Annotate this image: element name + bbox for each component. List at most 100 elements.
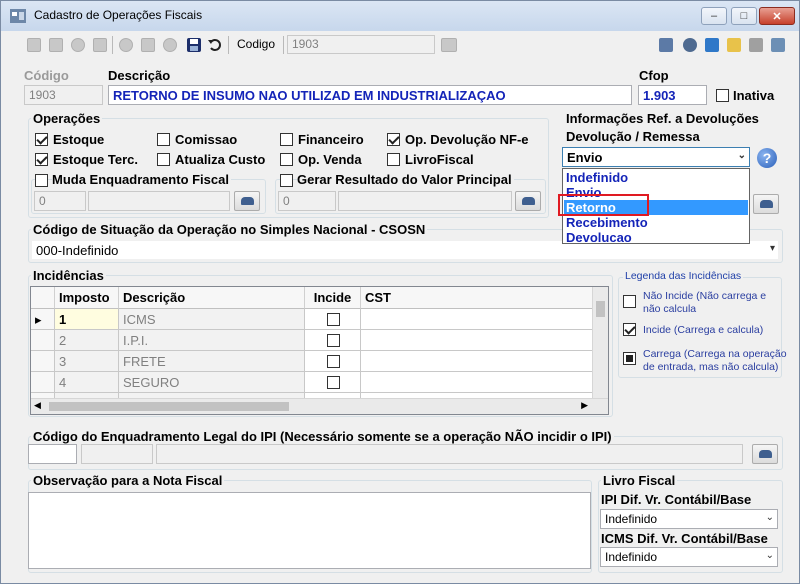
csosn-title: Código de Situação da Operação no Simple… <box>31 222 428 237</box>
incide-checkbox[interactable] <box>327 376 340 389</box>
cell-imposto[interactable]: 4 <box>55 372 119 393</box>
ipi-search-button[interactable] <box>752 444 778 464</box>
financeiro-checkbox[interactable] <box>280 133 293 146</box>
estoque-terc-label: Estoque Terc. <box>53 152 139 167</box>
legend-nao-incide-line2: não calcula <box>643 303 697 315</box>
title-bar: Cadastro de Operações Fiscais – □ ✕ <box>1 1 799 31</box>
row-header <box>31 330 55 351</box>
report-icon[interactable] <box>705 38 719 52</box>
col-cst[interactable]: CST <box>361 287 594 309</box>
comissao-checkbox[interactable] <box>157 133 170 146</box>
csosn-value: 000-Indefinido <box>36 243 119 258</box>
list-icon[interactable] <box>749 38 763 52</box>
incide-checkbox[interactable] <box>327 313 340 326</box>
horizontal-scrollbar[interactable]: ◀ ▶ <box>31 398 608 414</box>
estoque-checkbox[interactable] <box>35 133 48 146</box>
devolucao-remessa-select[interactable]: Envio ⌄ <box>562 147 750 167</box>
cell-cst[interactable] <box>361 309 594 330</box>
ipi-aux-field[interactable] <box>81 444 153 464</box>
undo-icon[interactable] <box>208 38 222 52</box>
cell-cst[interactable] <box>361 372 594 393</box>
op-venda-checkbox[interactable] <box>280 153 293 166</box>
descricao-label: Descrição <box>108 68 171 83</box>
gerar-resultado-search-button[interactable] <box>515 191 541 211</box>
delete-icon[interactable] <box>163 38 177 52</box>
muda-enquadramento-code[interactable]: 0 <box>34 191 86 211</box>
scroll-left-icon[interactable]: ◀ <box>34 400 41 411</box>
op-devolucao-checkbox[interactable] <box>387 133 400 146</box>
icms-dif-select[interactable]: Indefinido ⌄ <box>600 547 778 567</box>
vertical-scrollbar[interactable] <box>592 287 608 398</box>
calculator-icon[interactable] <box>441 38 457 52</box>
comissao-label: Comissao <box>175 132 238 147</box>
ipi-dif-select[interactable]: Indefinido ⌄ <box>600 509 778 529</box>
settings-icon[interactable] <box>683 38 697 52</box>
muda-enquadramento-desc[interactable] <box>88 191 230 211</box>
help-icon[interactable]: ? <box>757 148 777 168</box>
option-indefinido[interactable]: Indefinido <box>566 170 628 185</box>
print-icon[interactable] <box>659 38 673 52</box>
ipi-code-field[interactable] <box>28 444 77 464</box>
refresh-icon[interactable] <box>71 38 85 52</box>
cell-descricao: FRETE <box>119 351 305 372</box>
maximize-button[interactable]: □ <box>731 7 757 25</box>
legend-nao-incide-line1: Não Incide (Não carrega e <box>643 290 767 302</box>
scroll-thumb[interactable] <box>596 301 605 317</box>
cell-incide[interactable] <box>305 330 361 351</box>
minimize-button[interactable]: – <box>701 7 727 25</box>
muda-enquadramento-search-button[interactable] <box>234 191 260 211</box>
ipi-desc-field[interactable] <box>156 444 743 464</box>
cell-incide[interactable] <box>305 351 361 372</box>
gerar-resultado-desc[interactable] <box>338 191 512 211</box>
muda-enquadramento-label: Muda Enquadramento Fiscal <box>52 172 231 187</box>
cell-imposto[interactable]: 1 <box>55 309 119 330</box>
scroll-thumb[interactable] <box>49 402 289 411</box>
note-icon[interactable] <box>727 38 741 52</box>
inativa-checkbox[interactable] <box>716 89 729 102</box>
incide-checkbox[interactable] <box>327 355 340 368</box>
icms-dif-value: Indefinido <box>605 550 658 564</box>
estoque-terc-checkbox[interactable] <box>35 153 48 166</box>
cfop-field[interactable]: 1.903 <box>638 85 707 105</box>
incidencias-table[interactable]: Imposto Descrição Incide CST ▸ 1 ICMS 2 … <box>30 286 609 415</box>
edit-icon[interactable] <box>141 38 155 52</box>
observacao-textarea[interactable] <box>28 492 591 569</box>
prev-record-icon[interactable] <box>49 38 63 52</box>
cell-imposto[interactable]: 3 <box>55 351 119 372</box>
toolbar-codigo-label: Codigo <box>237 37 276 51</box>
livro-fiscal-checkbox[interactable] <box>387 153 400 166</box>
first-record-icon[interactable] <box>27 38 41 52</box>
chevron-down-icon: ▾ <box>769 243 775 254</box>
chevron-down-icon: ⌄ <box>737 150 746 161</box>
muda-enquadramento-checkbox[interactable] <box>35 174 48 187</box>
col-imposto[interactable]: Imposto <box>55 287 119 309</box>
toolbar-codigo-field[interactable]: 1903 <box>287 35 435 54</box>
incide-checkbox[interactable] <box>327 334 340 347</box>
gerar-resultado-checkbox[interactable] <box>280 174 293 187</box>
export-icon[interactable] <box>771 38 785 52</box>
cell-incide[interactable] <box>305 309 361 330</box>
descricao-field[interactable]: RETORNO DE INSUMO NAO UTILIZAD EM INDUST… <box>108 85 632 105</box>
save-icon[interactable] <box>187 38 201 52</box>
devolucao-search-button[interactable] <box>753 194 779 214</box>
codigo-field[interactable]: 1903 <box>24 85 103 105</box>
cell-incide[interactable] <box>305 372 361 393</box>
add-icon[interactable] <box>119 38 133 52</box>
scroll-right-icon[interactable]: ▶ <box>581 400 588 411</box>
livro-fiscal-label: LivroFiscal <box>405 152 474 167</box>
current-row-arrow-icon: ▸ <box>31 309 55 330</box>
cell-imposto[interactable]: 2 <box>55 330 119 351</box>
legend-carrega-checkbox <box>623 352 636 365</box>
atualiza-custo-checkbox[interactable] <box>157 153 170 166</box>
legend-carrega-line1: Carrega (Carrega na operação <box>643 348 787 360</box>
col-incide[interactable]: Incide <box>305 287 361 309</box>
col-descricao[interactable]: Descrição <box>119 287 305 309</box>
option-recebimento[interactable]: Recebimento <box>566 215 648 230</box>
close-button[interactable]: ✕ <box>759 7 795 25</box>
inativa-label: Inativa <box>733 88 775 103</box>
cell-cst[interactable] <box>361 330 594 351</box>
next-record-icon[interactable] <box>93 38 107 52</box>
option-devolucao[interactable]: Devolucao <box>566 230 632 245</box>
cell-cst[interactable] <box>361 351 594 372</box>
gerar-resultado-code[interactable]: 0 <box>278 191 336 211</box>
